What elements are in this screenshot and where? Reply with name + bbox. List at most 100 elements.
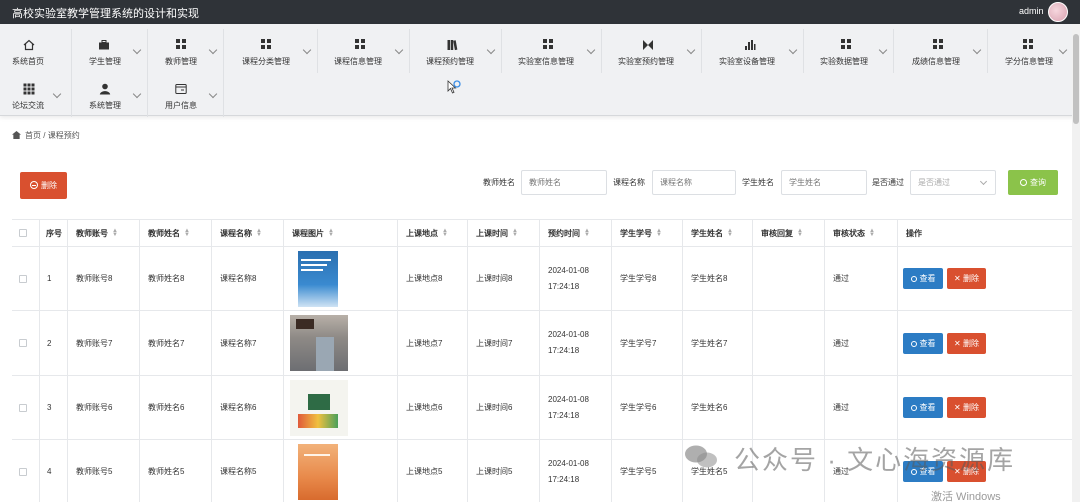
col-header[interactable]: 课程名称 ▲ ▼ bbox=[212, 220, 284, 246]
nav-item-grades[interactable]: 成绩信息管理 bbox=[894, 29, 988, 73]
chevron-down-icon bbox=[208, 45, 218, 55]
col-header[interactable]: 教师账号 ▲ ▼ bbox=[68, 220, 140, 246]
chevron-down-icon bbox=[132, 89, 142, 99]
row-checkbox[interactable] bbox=[12, 440, 40, 502]
nav-item-lab-equipment[interactable]: 实验室设备管理 bbox=[702, 29, 804, 73]
query-button[interactable]: 查询 bbox=[1008, 170, 1058, 195]
breadcrumb-home[interactable]: 首页 bbox=[25, 131, 41, 140]
course-image[interactable] bbox=[298, 250, 338, 307]
col-header[interactable]: 审核回复 ▲ ▼ bbox=[753, 220, 825, 246]
nav-item-lab-info[interactable]: 实验室信息管理 bbox=[502, 29, 602, 73]
cell-student-name: 学生姓名7 bbox=[683, 311, 753, 375]
cell-student-no: 学生学号5 bbox=[612, 440, 683, 502]
cell-actions: 查看 ✕ 删除 bbox=[898, 376, 1070, 439]
cell-teacher-no: 教师账号5 bbox=[68, 440, 140, 502]
cell-place: 上课地点6 bbox=[398, 376, 468, 439]
scrollbar-thumb[interactable] bbox=[1073, 34, 1079, 124]
delete-button[interactable]: ✕ 删除 bbox=[947, 268, 986, 289]
cell-student-no: 学生学号7 bbox=[612, 311, 683, 375]
cell-status: 通过 bbox=[825, 376, 898, 439]
chevron-down-icon bbox=[972, 45, 982, 55]
nav-item-system[interactable]: 系统管理 bbox=[72, 73, 148, 117]
search-icon bbox=[1020, 179, 1027, 186]
col-header[interactable]: 学生学号 ▲ ▼ bbox=[612, 220, 683, 246]
view-button[interactable]: 查看 bbox=[903, 268, 943, 289]
table-header: 序号 教师账号 ▲ ▼ 教师姓名 ▲ ▼ 课程名称 ▲ ▼ 课程图片 ▲ ▼ 上课地点 ▲ ▼ 上课… bbox=[12, 219, 1078, 247]
course-image[interactable] bbox=[290, 315, 348, 371]
cell-place: 上课地点5 bbox=[398, 440, 468, 502]
nav-item-forum[interactable]: 论坛交流 bbox=[0, 73, 72, 117]
nav-item-course-category[interactable]: 课程分类管理 bbox=[224, 29, 318, 73]
batch-delete-button[interactable]: 删除 bbox=[20, 172, 67, 199]
nav-label: 教师管理 bbox=[165, 57, 197, 66]
chevron-down-icon bbox=[302, 45, 312, 55]
table-row: 3 教师账号6 教师姓名6 课程名称6 上课地点6 上课时间6 2024-01-… bbox=[12, 376, 1078, 440]
chevron-down-icon bbox=[1058, 45, 1068, 55]
cell-student-no: 学生学号8 bbox=[612, 247, 683, 310]
cell-place: 上课地点8 bbox=[398, 247, 468, 310]
cell-teacher-no: 教师账号6 bbox=[68, 376, 140, 439]
app-title: 高校实验室教学管理系统的设计和实现 bbox=[12, 8, 199, 20]
nav-label: 实验室预约管理 bbox=[618, 57, 674, 66]
course-name-input[interactable] bbox=[652, 170, 736, 195]
nav-item-teachers[interactable]: 教师管理 bbox=[148, 29, 224, 73]
tool-icon bbox=[642, 39, 654, 51]
view-button[interactable]: 查看 bbox=[903, 397, 943, 418]
view-button[interactable]: 查看 bbox=[903, 332, 943, 354]
nav-label: 实验室信息管理 bbox=[518, 57, 574, 66]
briefcase-icon bbox=[98, 39, 110, 51]
row-checkbox[interactable] bbox=[12, 376, 40, 439]
col-header[interactable]: 教师姓名 ▲ ▼ bbox=[140, 220, 212, 246]
filter-label-approved: 是否通过 bbox=[872, 178, 904, 187]
cell-reply bbox=[753, 376, 825, 439]
cell-teacher-name: 教师姓名5 bbox=[140, 440, 212, 502]
nav-label: 学生管理 bbox=[89, 57, 121, 66]
username[interactable]: admin bbox=[1019, 6, 1044, 16]
delete-button[interactable]: ✕ 删除 bbox=[947, 397, 986, 418]
nav-item-credits[interactable]: 学分信息管理 bbox=[988, 29, 1072, 73]
cell-class-time: 上课时间5 bbox=[468, 440, 540, 502]
nav-item-lab-booking[interactable]: 实验室预约管理 bbox=[602, 29, 702, 73]
nav-item-user-info[interactable]: 用户信息 bbox=[148, 73, 224, 117]
nav-item-course-info[interactable]: 课程信息管理 bbox=[318, 29, 410, 73]
user-icon bbox=[99, 83, 111, 95]
nav-label: 成绩信息管理 bbox=[912, 57, 960, 66]
breadcrumb-current: 课程预约 bbox=[47, 131, 80, 140]
avatar[interactable] bbox=[1048, 2, 1068, 22]
cell-student-no: 学生学号6 bbox=[612, 376, 683, 439]
table-row: 1 教师账号8 教师姓名8 课程名称8 上课地点8 上课时间8 2024-01-… bbox=[12, 247, 1078, 311]
student-name-input[interactable] bbox=[781, 170, 867, 195]
cell-index: 4 bbox=[40, 440, 68, 502]
cell-teacher-no: 教师账号8 bbox=[68, 247, 140, 310]
nav-item-lab-data[interactable]: 实验数据管理 bbox=[804, 29, 894, 73]
cell-course-image bbox=[284, 376, 398, 439]
cell-course: 课程名称8 bbox=[212, 247, 284, 310]
course-image[interactable] bbox=[298, 443, 338, 500]
delete-button[interactable]: ✕ 删除 bbox=[947, 332, 986, 354]
col-header[interactable]: 学生姓名 ▲ ▼ bbox=[683, 220, 753, 246]
course-image[interactable] bbox=[290, 379, 348, 436]
mouse-cursor-icon bbox=[447, 80, 461, 96]
col-header[interactable]: 上课地点 ▲ ▼ bbox=[398, 220, 468, 246]
cell-status: 通过 bbox=[825, 311, 898, 375]
col-header[interactable]: 上课时间 ▲ ▼ bbox=[468, 220, 540, 246]
search-icon bbox=[910, 340, 917, 347]
col-header[interactable]: 课程图片 ▲ ▼ bbox=[284, 220, 398, 246]
col-header[interactable]: 预约时间 ▲ ▼ bbox=[540, 220, 612, 246]
nav-item-students[interactable]: 学生管理 bbox=[72, 29, 148, 73]
row-checkbox[interactable] bbox=[12, 311, 40, 375]
row-checkbox[interactable] bbox=[12, 247, 40, 310]
cell-student-name: 学生姓名8 bbox=[683, 247, 753, 310]
nav-label: 课程信息管理 bbox=[334, 57, 382, 66]
page-scrollbar[interactable] bbox=[1072, 24, 1080, 502]
select-all-checkbox[interactable] bbox=[12, 220, 40, 246]
nav-item-home[interactable]: 系统首页 bbox=[0, 29, 72, 73]
home-icon bbox=[23, 39, 35, 51]
nav-item-course-booking[interactable]: 课程预约管理 bbox=[410, 29, 502, 73]
approved-select[interactable]: 是否通过 bbox=[910, 170, 996, 195]
cell-reply bbox=[753, 311, 825, 375]
cell-teacher-name: 教师姓名6 bbox=[140, 376, 212, 439]
col-header[interactable]: 审核状态 ▲ ▼ bbox=[825, 220, 898, 246]
teacher-name-input[interactable] bbox=[521, 170, 607, 195]
chevron-down-icon bbox=[394, 45, 404, 55]
